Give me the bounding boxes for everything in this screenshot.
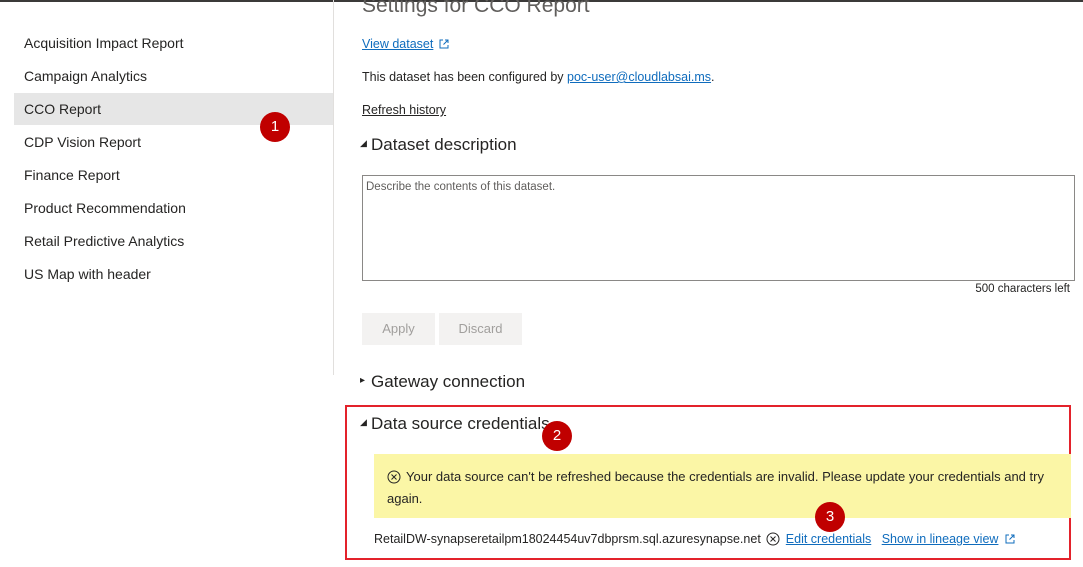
configured-by-text: This dataset has been configured by poc-… [362,70,715,84]
gateway-connection-title: Gateway connection [371,372,526,391]
edit-credentials-link[interactable]: Edit credentials [786,532,871,546]
error-circle-icon [387,470,401,489]
dataset-description-title: Dataset description [371,135,517,154]
datasource-row: RetailDW-synapseretailpm18024454uv7dbprs… [374,532,1015,549]
warning-message: Your data source can't be refreshed beca… [387,469,1044,506]
sidebar-item-finance-report[interactable]: Finance Report [14,159,333,191]
view-dataset-link[interactable]: View dataset [362,37,433,51]
external-link-icon [439,38,449,52]
callout-marker-1: 1 [260,112,290,142]
sidebar-item-retail-predictive-analytics[interactable]: Retail Predictive Analytics [14,225,333,257]
show-in-lineage-view-link[interactable]: Show in lineage view [882,532,999,546]
configured-user-link[interactable]: poc-user@cloudlabsai.ms [567,70,711,84]
gateway-connection-header[interactable]: ▸ Gateway connection [360,372,525,392]
invalid-credentials-warning: Your data source can't be refreshed beca… [374,454,1071,518]
refresh-history-link[interactable]: Refresh history [362,103,446,117]
external-link-icon [1005,533,1015,547]
callout-marker-2: 2 [542,421,572,451]
sidebar-item-campaign-analytics[interactable]: Campaign Analytics [14,60,333,92]
report-list-sidebar: Acquisition Impact Report Campaign Analy… [0,0,333,567]
configured-by-suffix: . [711,70,715,84]
characters-left-counter: 500 characters left [975,283,1070,295]
caret-expanded-icon: ◢ [360,417,367,428]
page-title: Settings for CCO Report [362,0,590,17]
dataset-description-input[interactable] [362,175,1075,281]
sidebar-divider [333,0,334,375]
discard-button[interactable]: Discard [439,313,522,345]
data-source-credentials-title: Data source credentials [371,414,550,433]
sidebar-item-acquisition-impact-report[interactable]: Acquisition Impact Report [14,27,333,59]
callout-marker-3: 3 [815,502,845,532]
caret-collapsed-icon: ▸ [360,375,366,387]
dataset-description-header[interactable]: ◢ Dataset description [360,135,517,155]
caret-expanded-icon: ◢ [360,138,367,149]
sidebar-item-us-map-with-header[interactable]: US Map with header [14,258,333,290]
configured-by-prefix: This dataset has been configured by [362,70,567,84]
apply-button[interactable]: Apply [362,313,435,345]
sidebar-item-product-recommendation[interactable]: Product Recommendation [14,192,333,224]
data-source-credentials-header[interactable]: ◢ Data source credentials [360,414,550,434]
datasource-name: RetailDW-synapseretailpm18024454uv7dbprs… [374,532,761,546]
error-circle-icon [766,532,780,549]
view-dataset-row: View dataset [362,37,449,52]
